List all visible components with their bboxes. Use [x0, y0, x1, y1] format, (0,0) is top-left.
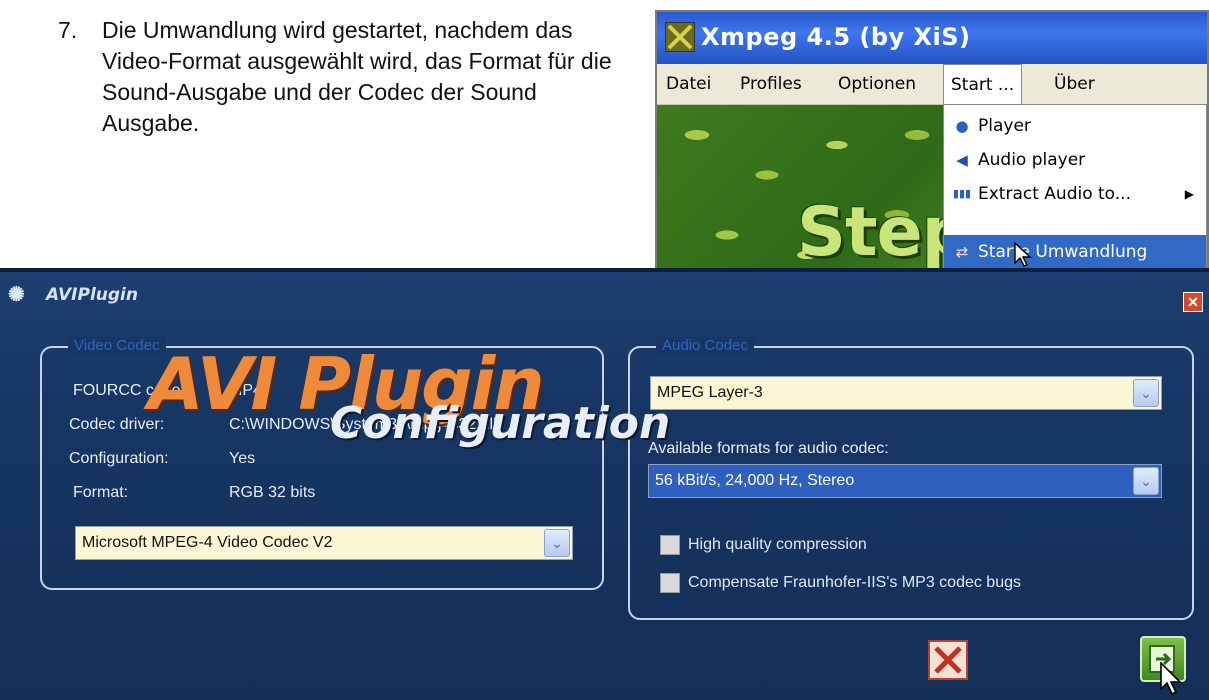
dialog-title: AVIPlugin — [46, 285, 138, 305]
high-quality-checkbox-row[interactable]: High quality compression — [660, 535, 867, 555]
menu-item-label: Audio player — [978, 150, 1086, 170]
cancel-icon — [934, 646, 962, 674]
player-icon: ● — [955, 117, 969, 135]
xmpeg-window: Xmpeg 4.5 (by XiS) Datei Profiles Option… — [655, 10, 1209, 270]
audio-format-selected-value: 56 kBit/s, 24,000 Hz, Stereo — [655, 472, 855, 489]
video-codec-select[interactable]: Microsoft MPEG-4 Video Codec V2 ⌄ — [75, 526, 573, 560]
high-quality-checkbox[interactable] — [660, 535, 680, 555]
step-number: 7. — [58, 17, 78, 43]
menu-optionen[interactable]: Optionen — [831, 64, 923, 104]
xmpeg-title: Xmpeg 4.5 (by XiS) — [701, 23, 971, 51]
xmpeg-logo-icon — [665, 22, 695, 52]
close-icon[interactable]: ✕ — [1183, 292, 1203, 312]
menu-item-player[interactable]: ● Player — [944, 109, 1206, 143]
menu-datei[interactable]: Datei — [659, 64, 718, 104]
menu-item-starte-umwandlung[interactable]: ⇄ Starte Umwandlung — [944, 235, 1206, 269]
format-label: Format: — [73, 484, 129, 501]
dialog-titlebar: ✺ AVIPlugin — [8, 280, 138, 310]
fraunhofer-label: Compensate Fraunhofer-IIS's MP3 codec bu… — [688, 574, 1021, 591]
video-codec-selected-value: Microsoft MPEG-4 Video Codec V2 — [82, 534, 333, 551]
instruction-text: Die Umwandlung wird gestartet, nachdem d… — [102, 17, 612, 136]
format-value: RGB 32 bits — [229, 484, 316, 501]
configuration-label: Configuration: — [69, 450, 169, 467]
menu-item-extract-audio[interactable]: ▮▮▮ Extract Audio to... ▶ — [944, 177, 1206, 211]
high-quality-label: High quality compression — [688, 536, 867, 553]
mouse-cursor-icon — [1160, 662, 1182, 696]
menu-start[interactable]: Start ... — [943, 64, 1023, 105]
configuration-logo-text: Configuration — [330, 398, 671, 449]
cancel-button[interactable] — [928, 640, 968, 680]
menu-item-label: Extract Audio to... — [978, 184, 1131, 204]
xmpeg-titlebar: Xmpeg 4.5 (by XiS) — [657, 12, 1207, 64]
chevron-down-icon[interactable]: ⌄ — [1133, 467, 1159, 495]
chevron-down-icon[interactable]: ⌄ — [1133, 379, 1159, 407]
audio-codec-select[interactable]: MPEG Layer-3 ⌄ — [650, 376, 1162, 410]
menu-item-audio-player[interactable]: ◀ Audio player — [944, 143, 1206, 177]
available-formats-label: Available formats for audio codec: — [648, 440, 889, 457]
chevron-down-icon[interactable]: ⌄ — [544, 529, 570, 557]
start-dropdown-menu: ● Player ◀ Audio player ▮▮▮ Extract Audi… — [943, 104, 1207, 270]
speaker-icon: ◀ — [956, 151, 968, 169]
xmpeg-menubar: Datei Profiles Optionen Start ... Über — [657, 64, 1207, 105]
menu-item-label: Starte Umwandlung — [978, 242, 1148, 262]
audio-format-select[interactable]: 56 kBit/s, 24,000 Hz, Stereo ⌄ — [648, 464, 1162, 498]
menu-profiles[interactable]: Profiles — [733, 64, 809, 104]
configuration-value: Yes — [229, 450, 256, 467]
menu-ueber[interactable]: Über — [1047, 64, 1102, 104]
audio-codec-legend: Audio Codec — [656, 337, 754, 354]
fraunhofer-checkbox[interactable] — [660, 573, 680, 593]
mouse-cursor-icon — [1014, 242, 1032, 267]
submenu-arrow-icon: ▶ — [1184, 187, 1194, 201]
waveform-icon: ▮▮▮ — [952, 187, 972, 200]
aviplugin-logo-icon: ✺ — [8, 284, 25, 306]
fraunhofer-checkbox-row[interactable]: Compensate Fraunhofer-IIS's MP3 codec bu… — [660, 573, 1021, 593]
menu-item-label: Player — [978, 116, 1031, 136]
audio-codec-selected-value: MPEG Layer-3 — [657, 384, 763, 401]
convert-icon: ⇄ — [955, 243, 969, 261]
